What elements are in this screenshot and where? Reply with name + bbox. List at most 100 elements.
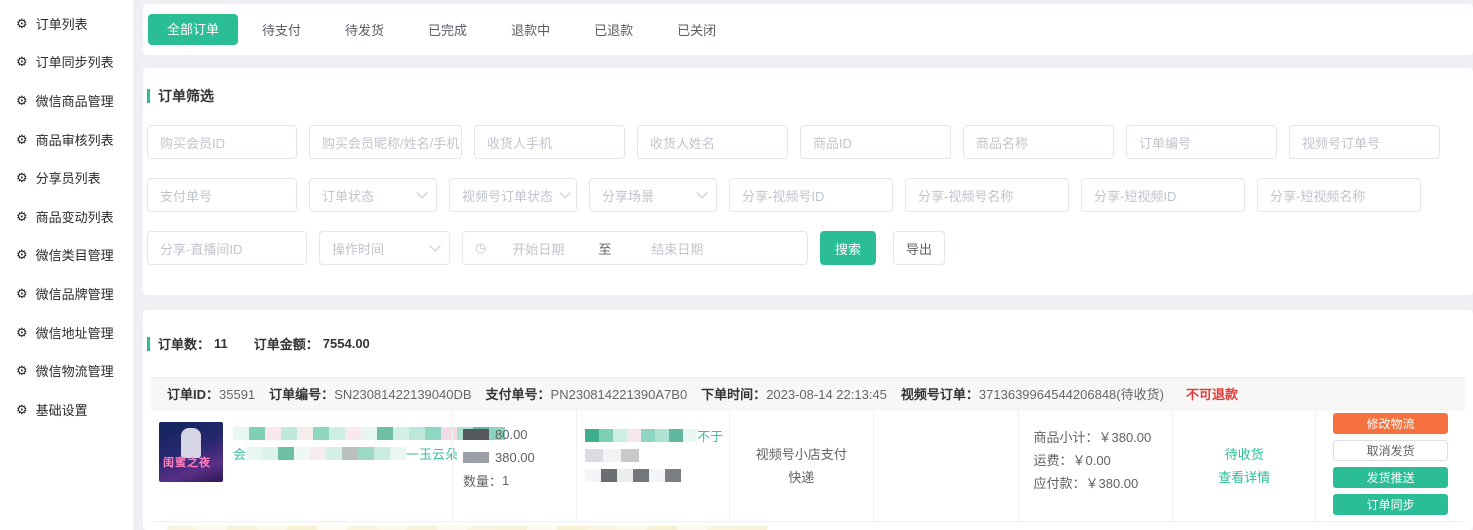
- export-button[interactable]: 导出: [893, 231, 945, 265]
- tab-7[interactable]: 已关闭: [655, 20, 738, 39]
- sidebar-item-label: 分享员列表: [36, 168, 101, 187]
- sidebar-item-label: 微信地址管理: [36, 323, 114, 342]
- order-row: 订单ID：35591订单编号：SN23081422139040DB支付单号：PN…: [151, 377, 1465, 530]
- unit-price-value: 380.00: [495, 450, 535, 465]
- sidebar-item-5[interactable]: ⚙ 分享员列表: [0, 158, 133, 197]
- sidebar-item-7[interactable]: ⚙微信类目管理: [0, 236, 133, 275]
- filter-title-text: 订单筛选: [158, 86, 214, 106]
- censor-block: [317, 526, 347, 530]
- tab-2[interactable]: 待支付: [240, 20, 323, 39]
- unit-price-line: 380.00: [463, 449, 576, 465]
- tab-5[interactable]: 退款中: [489, 20, 572, 39]
- censor-block: [409, 427, 425, 440]
- tab-1[interactable]: 全部订单: [148, 14, 238, 45]
- chevron-down-icon: [429, 240, 440, 251]
- censor-block: [262, 447, 278, 460]
- censor-block: [617, 526, 647, 530]
- buyer-column-censored: 不于: [576, 410, 729, 521]
- filter-row1-input-4[interactable]: 收货人姓名: [637, 125, 788, 159]
- filter-row2-input-7[interactable]: 分享-短视频ID: [1081, 178, 1245, 212]
- sidebar-item-10[interactable]: ⚙微信物流管理: [0, 351, 133, 390]
- date-end-placeholder: 结束日期: [651, 239, 703, 258]
- sidebar-item-8[interactable]: ⚙微信品牌管理: [0, 274, 133, 313]
- empty-column: [873, 410, 1019, 521]
- tab-6[interactable]: 已退款: [572, 20, 655, 39]
- price-column: 80.00 380.00 数量： 1: [452, 410, 576, 521]
- filter-row2-input-8[interactable]: 分享-短视频名称: [1257, 178, 1421, 212]
- filter-row1-input-3[interactable]: 收货人手机: [474, 125, 625, 159]
- view-detail-link[interactable]: 查看详情: [1218, 466, 1270, 489]
- tab-4[interactable]: 已完成: [406, 20, 489, 39]
- gear-icon: ⚙: [16, 17, 28, 30]
- filter-row3-select-2[interactable]: 操作时间: [319, 231, 450, 265]
- censor-block: [257, 526, 287, 530]
- search-button[interactable]: 搜索: [820, 231, 876, 265]
- total-value: ￥0.00: [1072, 453, 1110, 468]
- order-body: 闺蜜之夜 会一玉云朵 80.00 380.00: [151, 410, 1465, 522]
- tab-3[interactable]: 待发货: [323, 20, 406, 39]
- sidebar-item-9[interactable]: ⚙微信地址管理: [0, 313, 133, 352]
- action-button-2[interactable]: 取消发货: [1333, 440, 1448, 461]
- censor-block: [665, 469, 681, 482]
- censor-block: [310, 447, 326, 460]
- select-placeholder: 操作时间: [332, 239, 384, 258]
- select-placeholder: 订单状态: [322, 186, 374, 205]
- date-range-picker[interactable]: ◷开始日期至结束日期: [462, 231, 808, 265]
- order-header-field-value: PN230814221390A7B0: [551, 387, 688, 402]
- action-button-1[interactable]: 修改物流: [1333, 413, 1448, 434]
- filter-row1-input-5[interactable]: 商品ID: [800, 125, 951, 159]
- censor-block: [358, 447, 374, 460]
- filter-row2-select-3[interactable]: 视频号订单状态: [449, 178, 577, 212]
- orders-panel: 订单数： 11 订单金额： 7554.00 订单ID：35591订单编号：SN2…: [143, 310, 1473, 530]
- gear-icon: ⚙: [16, 171, 28, 184]
- gear-icon: ⚙: [16, 403, 28, 416]
- filter-row2-select-2[interactable]: 订单状态: [309, 178, 437, 212]
- sidebar-item-3[interactable]: ⚙微信商品管理: [0, 81, 133, 120]
- filter-row3-input-1[interactable]: 分享-直播间ID: [147, 231, 307, 265]
- sidebar-item-label: 微信物流管理: [36, 361, 114, 380]
- action-button-3[interactable]: 发货推送: [1333, 467, 1448, 488]
- sidebar-item-1[interactable]: ⚙订单列表: [0, 4, 133, 43]
- filter-row2-input-5[interactable]: 分享-视频号ID: [729, 178, 893, 212]
- censor-block: [467, 526, 497, 530]
- chevron-down-icon: [559, 187, 570, 198]
- order-header-field-label: 下单时间：: [701, 387, 766, 402]
- filter-row2-input-6[interactable]: 分享-视频号名称: [905, 178, 1069, 212]
- filter-row1-input-2[interactable]: 购买会员昵称/姓名/手机: [309, 125, 462, 159]
- filter-row-1: 购买会员ID 购买会员昵称/姓名/手机收货人手机收货人姓名商品ID 商品名称订单编号…: [147, 125, 1473, 159]
- action-button-4[interactable]: 订单同步: [1333, 494, 1448, 515]
- censor-block: [585, 449, 603, 462]
- buyer-phone-censored: [585, 448, 729, 463]
- sidebar-item-6[interactable]: ⚙商品变动列表: [0, 197, 133, 236]
- total-value: ￥380.00: [1085, 476, 1138, 491]
- censor-block: [603, 449, 621, 462]
- order-status-tabs: 全部订单待支付待发货已完成退款中已退款已关闭: [143, 4, 1473, 55]
- filter-row1-input-6[interactable]: 商品名称: [963, 125, 1114, 159]
- gear-icon: ⚙: [16, 210, 28, 223]
- price-line-masked: 80.00: [463, 426, 576, 442]
- filter-row1-input-1[interactable]: 购买会员ID: [147, 125, 297, 159]
- sidebar-item-11[interactable]: ⚙基础设置: [0, 390, 133, 429]
- section-accent-bar: [147, 89, 150, 103]
- sidebar-item-2[interactable]: ⚙订单同步列表: [0, 43, 133, 82]
- censor-block: [227, 526, 257, 530]
- clock-icon: ◷: [475, 240, 486, 256]
- censor-block: [707, 526, 737, 530]
- filter-row2-input-1[interactable]: 支付单号: [147, 178, 297, 212]
- filter-row1-input-8[interactable]: 视频号订单号: [1289, 125, 1440, 159]
- total-label: 商品小计：: [1033, 430, 1098, 445]
- sidebar-item-4[interactable]: ⚙商品审核列表: [0, 120, 133, 159]
- no-refund-warning: 不可退款: [1186, 384, 1238, 403]
- filter-section-title: 订单筛选: [147, 86, 1473, 106]
- censor-block: [527, 526, 557, 530]
- filter-row2-select-4[interactable]: 分享场景: [589, 178, 717, 212]
- censor-block: [326, 447, 342, 460]
- payment-column: 视频号小店支付 快递: [729, 410, 873, 521]
- censored-visible-text: 不于: [697, 426, 723, 445]
- censor-block: [601, 469, 617, 482]
- next-order-censored-strip: [159, 524, 1457, 530]
- delivery-method: 快递: [788, 466, 814, 489]
- filter-row1-input-7[interactable]: 订单编号: [1126, 125, 1277, 159]
- censor-block: [281, 427, 297, 440]
- censor-block: [613, 429, 627, 442]
